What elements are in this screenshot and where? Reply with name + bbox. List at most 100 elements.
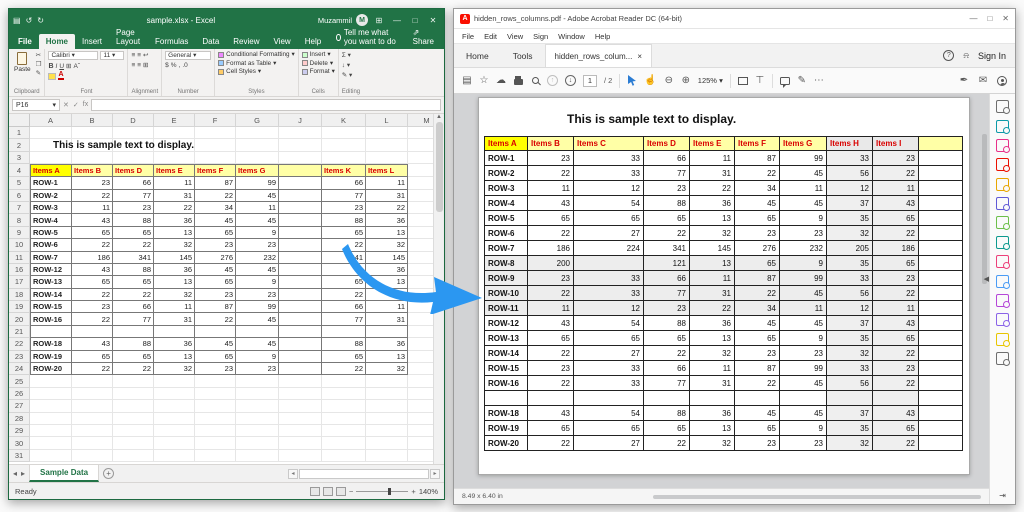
share-cloud-icon[interactable]: ☁ <box>496 75 506 86</box>
row-label-cell[interactable]: ROW-4 <box>30 214 72 226</box>
insert-cells-button[interactable]: Insert ▾ <box>302 51 335 58</box>
cell[interactable] <box>279 437 322 449</box>
cell[interactable] <box>30 388 72 400</box>
value-cell[interactable] <box>279 264 322 276</box>
cell[interactable] <box>30 400 72 412</box>
format-as-table-button[interactable]: Format as Table ▾ <box>218 60 295 67</box>
hscroll-left-icon[interactable]: ◂ <box>288 469 298 479</box>
cell[interactable] <box>195 388 236 400</box>
cell[interactable] <box>195 450 236 462</box>
value-cell[interactable]: 31 <box>366 190 408 202</box>
comma-icon[interactable]: , <box>179 62 181 69</box>
cell[interactable] <box>195 139 236 151</box>
save-icon[interactable]: ▤ <box>13 16 21 25</box>
bold-button[interactable]: B <box>48 63 53 70</box>
value-cell[interactable]: 65 <box>322 351 366 363</box>
cell[interactable] <box>322 139 366 151</box>
value-cell[interactable]: 65 <box>195 351 236 363</box>
delete-cells-button[interactable]: Delete ▾ <box>302 60 335 67</box>
value-cell[interactable] <box>279 177 322 189</box>
row-header-24[interactable]: 24 <box>9 363 30 375</box>
cell[interactable] <box>30 413 72 425</box>
cell[interactable] <box>154 413 195 425</box>
cell[interactable] <box>279 388 322 400</box>
cell[interactable] <box>408 388 433 400</box>
value-cell[interactable]: 66 <box>113 301 154 313</box>
cell[interactable] <box>72 400 113 412</box>
close-button[interactable]: ✕ <box>426 16 440 25</box>
cell[interactable] <box>408 214 433 226</box>
cell[interactable] <box>366 413 408 425</box>
tab-data[interactable]: Data <box>195 34 226 49</box>
merge-center-icon[interactable]: ⊞ <box>143 61 148 69</box>
cell[interactable] <box>72 437 113 449</box>
cell[interactable] <box>408 437 433 449</box>
cell[interactable] <box>322 127 366 139</box>
excel-horizontal-scrollbar[interactable]: ◂ ▸ <box>288 469 440 479</box>
more-tools-icon[interactable]: ⋯ <box>814 75 824 86</box>
normal-view-icon[interactable] <box>310 487 320 496</box>
cell[interactable] <box>408 177 433 189</box>
value-cell[interactable]: 45 <box>236 214 279 226</box>
value-cell[interactable]: 341 <box>113 252 154 264</box>
tab-insert[interactable]: Insert <box>75 34 109 49</box>
value-cell[interactable]: 65 <box>195 276 236 288</box>
tab-home[interactable]: Home <box>454 44 501 67</box>
copy-icon[interactable]: ❐ <box>36 60 42 68</box>
cell[interactable] <box>113 413 154 425</box>
align-middle-icon[interactable]: ≡ <box>137 52 141 59</box>
fit-width-icon[interactable]: ⊤ <box>755 75 765 86</box>
row-header-26[interactable]: 26 <box>9 388 30 400</box>
row-header-21[interactable]: 21 <box>9 326 30 338</box>
pdf-vertical-scrollbar[interactable] <box>982 134 987 284</box>
value-cell[interactable]: 232 <box>236 252 279 264</box>
fill-color-icon[interactable] <box>48 73 56 80</box>
cell[interactable] <box>279 152 322 164</box>
value-cell[interactable]: 36 <box>154 338 195 350</box>
paste-button[interactable]: Paste <box>12 51 33 77</box>
zoom-level-dropdown[interactable]: 125% ▾ <box>698 76 723 85</box>
tab-file[interactable]: File <box>11 34 39 49</box>
value-cell[interactable]: 22 <box>72 363 113 375</box>
cell[interactable] <box>154 388 195 400</box>
table-header-cell[interactable]: Items F <box>195 164 236 177</box>
cell[interactable] <box>408 127 433 139</box>
table-header-cell[interactable]: Items B <box>72 164 113 177</box>
column-header-G[interactable]: G <box>236 114 279 127</box>
decimal-icons[interactable]: .0 <box>182 62 187 69</box>
cell[interactable] <box>408 375 433 387</box>
cell[interactable] <box>154 152 195 164</box>
value-cell[interactable]: 23 <box>236 363 279 375</box>
value-cell[interactable]: 22 <box>154 202 195 214</box>
value-cell[interactable]: 88 <box>113 338 154 350</box>
cell[interactable] <box>366 450 408 462</box>
tab-close-icon[interactable]: × <box>637 52 642 61</box>
row-header-18[interactable]: 18 <box>9 289 30 301</box>
cell[interactable] <box>72 127 113 139</box>
page-number-input[interactable]: 1 <box>583 75 597 87</box>
maximize-button[interactable]: □ <box>987 14 992 23</box>
align-left-icon[interactable]: ≡ <box>131 62 135 69</box>
cell[interactable] <box>279 127 322 139</box>
underline-button[interactable]: U <box>59 63 64 70</box>
profile-icon[interactable] <box>997 76 1007 86</box>
row-header-3[interactable]: 3 <box>9 152 30 164</box>
column-header-M[interactable]: M <box>408 114 433 127</box>
value-cell[interactable]: 87 <box>195 301 236 313</box>
row-label-cell[interactable] <box>30 326 72 338</box>
value-cell[interactable] <box>279 301 322 313</box>
value-cell[interactable] <box>279 214 322 226</box>
new-sheet-icon[interactable]: + <box>103 468 114 479</box>
value-cell[interactable]: 23 <box>195 239 236 251</box>
cell[interactable] <box>236 425 279 437</box>
row-label-cell[interactable]: ROW-13 <box>30 276 72 288</box>
increase-font-icon[interactable]: Aˆ <box>73 63 80 70</box>
value-cell[interactable]: 88 <box>322 214 366 226</box>
row-header-1[interactable]: 1 <box>9 127 30 139</box>
value-cell[interactable]: 23 <box>72 177 113 189</box>
currency-icon[interactable]: $ <box>165 62 169 69</box>
table-header-cell[interactable] <box>279 164 322 177</box>
sign-pen-icon[interactable] <box>996 313 1009 326</box>
row-header-8[interactable]: 8 <box>9 214 30 226</box>
row-label-cell[interactable]: ROW-5 <box>30 227 72 239</box>
